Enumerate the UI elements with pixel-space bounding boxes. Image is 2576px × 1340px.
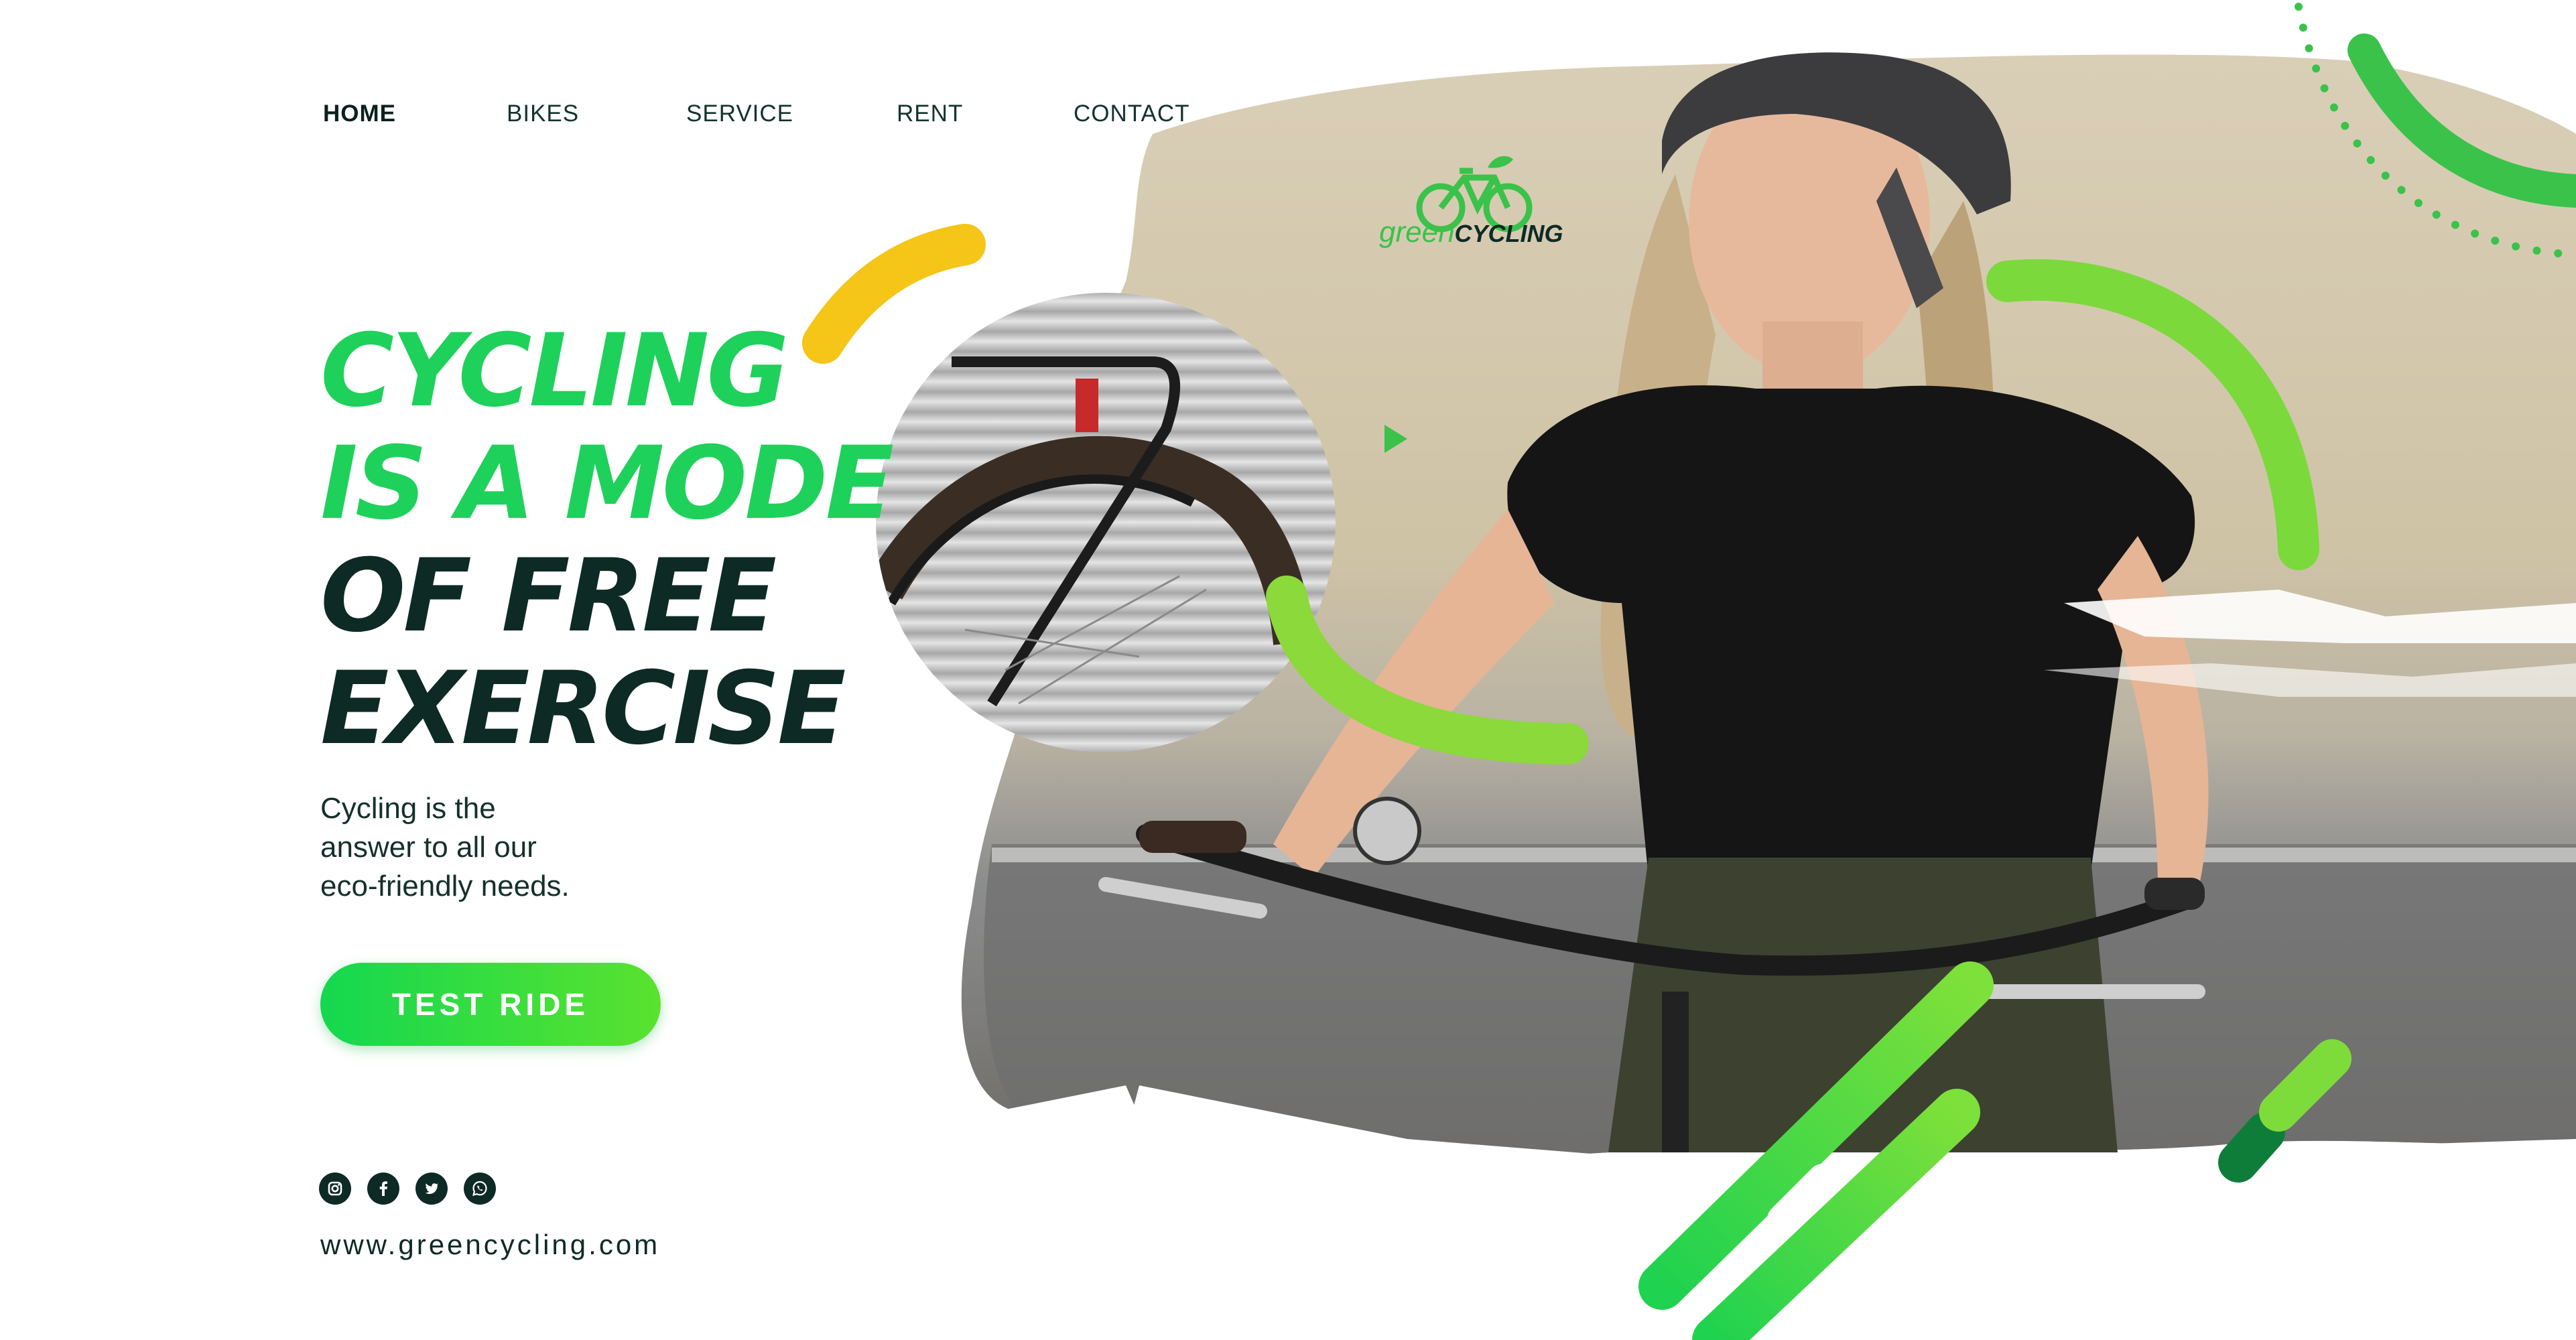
- logo-word-cycling: CYCLING: [1454, 220, 1563, 247]
- nav-service[interactable]: SERVICE: [686, 100, 793, 127]
- subtext-line-2: answer to all our: [320, 831, 537, 864]
- twitter-icon[interactable]: [415, 1172, 448, 1205]
- nav-contact[interactable]: CONTACT: [1074, 100, 1190, 127]
- headline-line-4: EXERCISE: [320, 651, 846, 767]
- facebook-icon[interactable]: [367, 1172, 399, 1205]
- headline-line-3: OF FREE: [320, 538, 777, 655]
- subtext-line-3: eco-friendly needs.: [320, 870, 570, 902]
- test-ride-button[interactable]: TEST RIDE: [320, 963, 661, 1046]
- instagram-icon[interactable]: [319, 1172, 351, 1205]
- nav-home[interactable]: HOME: [323, 100, 396, 127]
- hero-subtext: Cycling is the answer to all our eco-fri…: [320, 789, 669, 906]
- brand-logo[interactable]: greenCYCLING: [1379, 154, 1563, 249]
- headline-line-1: CYCLING: [320, 313, 789, 429]
- hero-headline: CYCLING IS A MODE OF FREE EXERCISE: [320, 313, 894, 767]
- logo-word-green: green: [1379, 216, 1455, 249]
- whatsapp-icon[interactable]: [464, 1172, 496, 1205]
- nav-rent[interactable]: RENT: [897, 100, 963, 127]
- headline-line-2: IS A MODE: [320, 425, 894, 542]
- nav-bikes[interactable]: BIKES: [507, 100, 579, 127]
- website-url[interactable]: www.greencycling.com: [320, 1229, 660, 1261]
- subtext-line-1: Cycling is the: [320, 792, 496, 825]
- social-links: [319, 1172, 496, 1205]
